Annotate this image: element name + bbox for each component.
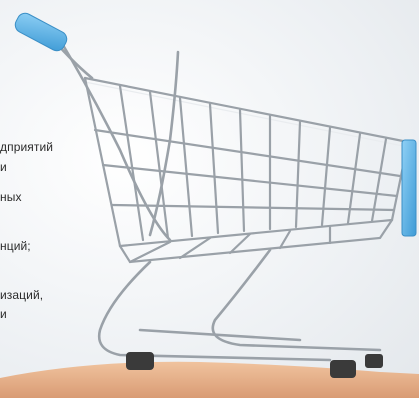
wheel-icon [330, 360, 356, 378]
photo-scene: дприятий и ных нций; изаций, и [0, 0, 419, 398]
cart-front-bumper [401, 139, 417, 237]
wheel-icon [126, 352, 154, 370]
cart-basket [83, 76, 410, 264]
shopping-cart-illustration [0, 12, 419, 398]
cart-handle-grip [14, 12, 68, 52]
cart-chassis [97, 248, 382, 362]
wheel-icon [365, 354, 383, 368]
hand-shape [0, 361, 419, 398]
